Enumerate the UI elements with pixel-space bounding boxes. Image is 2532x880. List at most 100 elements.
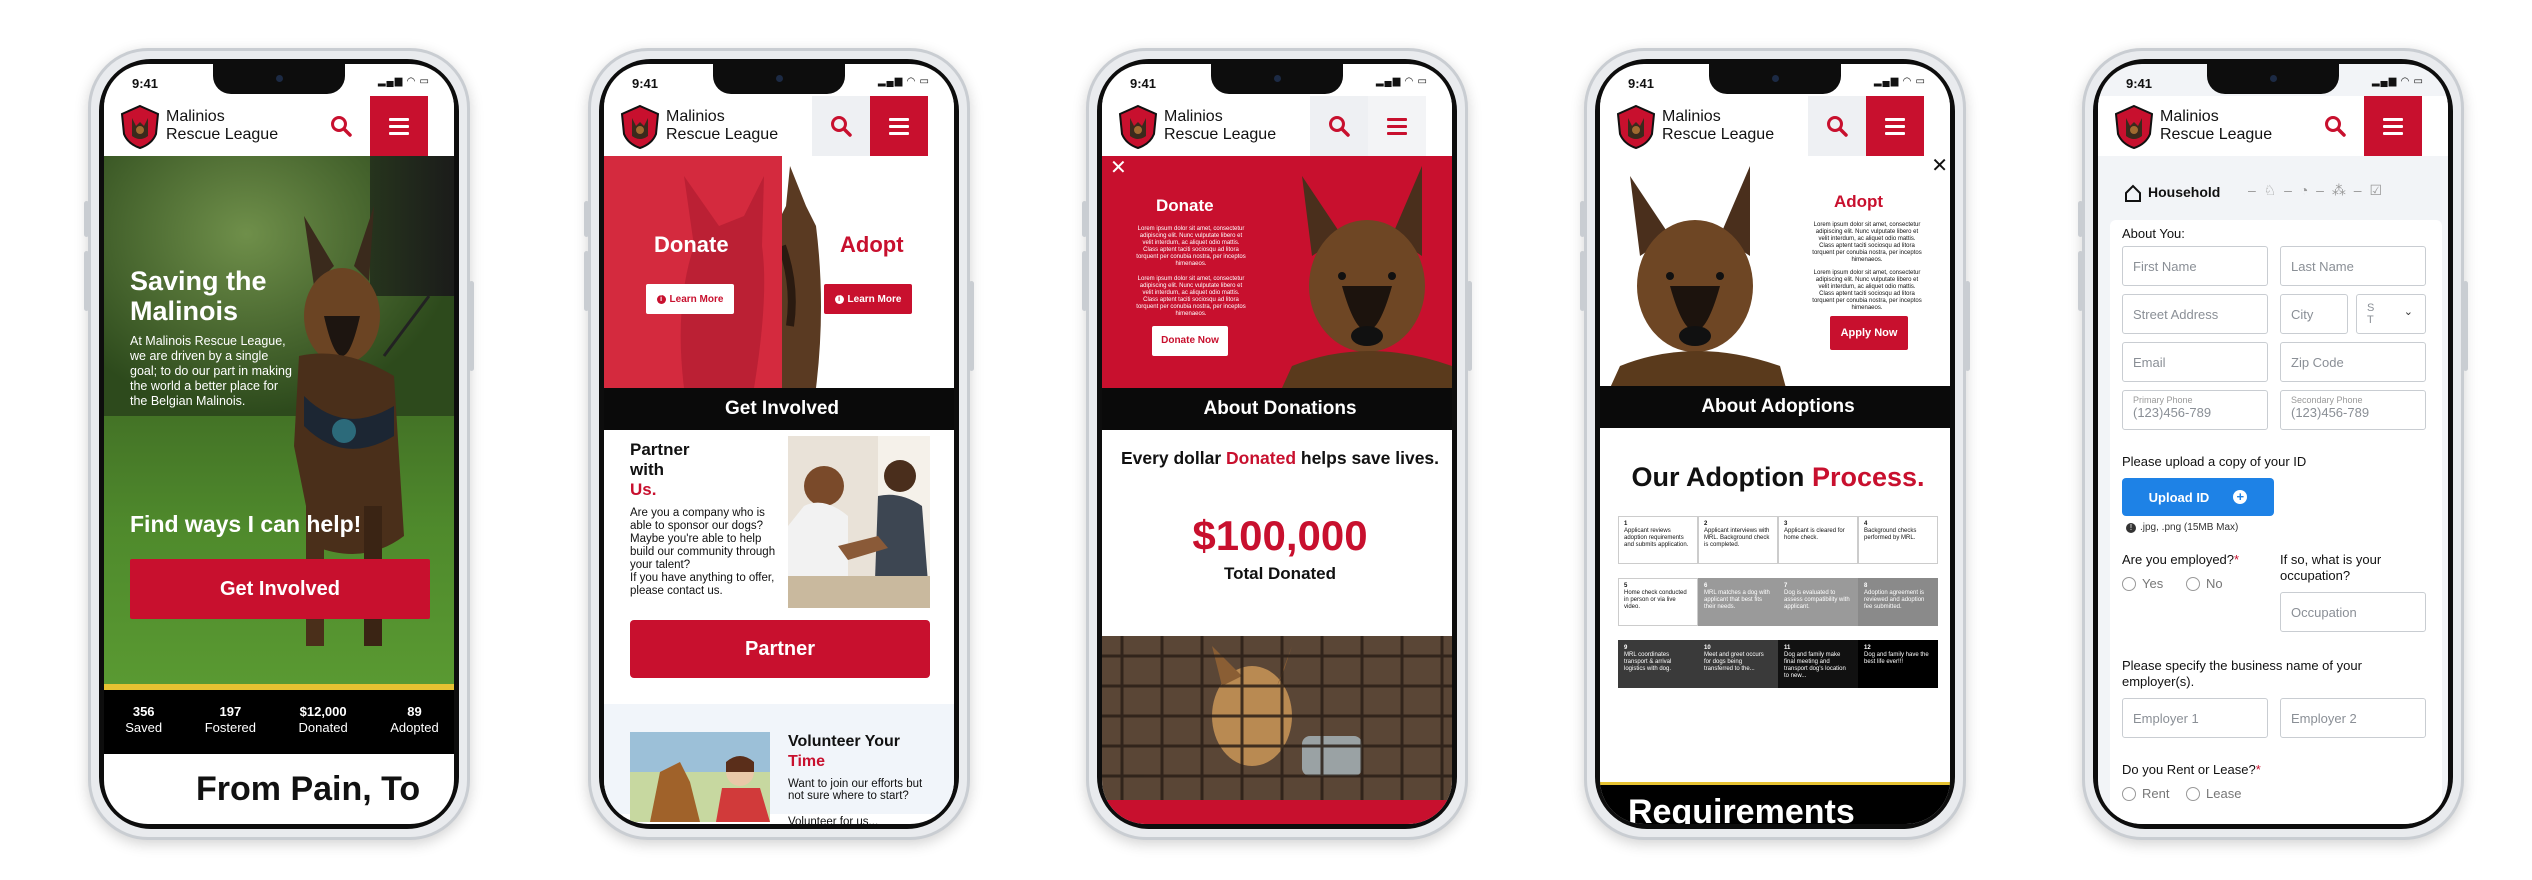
zip-code-field[interactable]: Zip Code (2280, 342, 2426, 382)
site-header: Malinios Rescue League (604, 96, 954, 156)
rescue-league-logo-icon[interactable] (118, 104, 162, 150)
info-icon: i (834, 294, 844, 304)
employed-yes-radio[interactable]: Yes (2122, 576, 2163, 591)
search-button[interactable] (1310, 96, 1368, 156)
close-button[interactable]: ✕ (1931, 156, 1948, 176)
adopt-learn-more[interactable]: i Learn More (824, 284, 912, 314)
brand-name[interactable]: Malinios Rescue League (666, 108, 778, 144)
volunteer-text: Want to join our efforts but not sure wh… (788, 778, 923, 802)
rent-radio[interactable]: Rent (2122, 786, 2169, 801)
chevron-down-icon: ⌄ (2403, 306, 2413, 318)
partner-title: Partner with Us. (630, 440, 690, 499)
site-header: Malinios Rescue League (1102, 96, 1452, 156)
primary-phone-field[interactable]: Primary Phone (123)456-789 (2122, 390, 2268, 430)
menu-button[interactable] (870, 96, 928, 156)
status-time: 9:41 (2126, 76, 2153, 91)
donate-learn-more[interactable]: i Learn More (646, 284, 734, 314)
brand-name[interactable]: Malinios Rescue League (1164, 108, 1276, 144)
malinois-portrait-photo (1610, 166, 1786, 388)
menu-button[interactable] (1368, 96, 1426, 156)
partner-text: Are you a company who is able to sponsor… (630, 507, 776, 571)
footer-red-strip (1102, 800, 1452, 824)
adopt-expanded-panel: ✕ Adopt Lorem ipsum dolor sit amet, cons… (1600, 156, 1950, 388)
process-step: 6 MRL matches a dog with applicant that b… (1698, 578, 1778, 626)
employer-2-field[interactable]: Employer 2 (2280, 698, 2426, 738)
process-grid: 1 Applicant reviews adoption requirements… (1618, 516, 1938, 688)
search-icon (331, 116, 352, 137)
donate-panel[interactable]: Donate i Learn More (604, 156, 782, 388)
stat-saved: 356 Saved (125, 704, 163, 735)
employer-question: Please specify the business name of your… (2122, 658, 2362, 689)
search-button[interactable] (812, 96, 870, 156)
city-field[interactable]: City (2280, 294, 2348, 334)
donate-paragraph-1: Lorem ipsum dolor sit amet, consectetur … (1136, 226, 1246, 267)
info-icon: i (656, 294, 666, 304)
search-button[interactable] (312, 96, 370, 156)
menu-button[interactable] (370, 96, 428, 156)
status-icons: ▂▄▆ ◠ ▭ (2371, 76, 2424, 87)
secondary-phone-field[interactable]: Secondary Phone (123)456-789 (2280, 390, 2426, 430)
last-name-field[interactable]: Last Name (2280, 246, 2426, 286)
get-involved-button[interactable]: Get Involved (130, 559, 430, 619)
handshake-photo (788, 436, 930, 608)
status-icons: ▂▄▆ ◠ ▭ (1375, 76, 1428, 87)
process-step: 4 Background checks performed by MRL. (1858, 516, 1938, 564)
donate-title: Donate (1156, 196, 1214, 215)
street-address-field[interactable]: Street Address (2122, 294, 2268, 334)
employed-question: Are you employed?* (2122, 552, 2240, 567)
rescue-league-logo-icon[interactable] (1116, 104, 1160, 150)
upload-note: ! .jpg, .png (15MB Max) (2126, 522, 2238, 533)
status-time: 9:41 (1130, 76, 1157, 91)
occupation-question: If so, what is your occupation? (2280, 552, 2382, 583)
stat-donated: $12,000 Donated (298, 704, 348, 735)
status-icons: ▂▄▆ ◠ ▭ (1873, 76, 1926, 87)
status-icons: ▂▄▆ ◠ ▭ (877, 76, 930, 87)
radio-icon (2186, 576, 2200, 591)
phone-get-involved: 9:41 ▂▄▆ ◠ ▭ Malinios Rescue League Donate… (584, 48, 974, 840)
notch (1709, 64, 1841, 94)
employer-1-field[interactable]: Employer 1 (2122, 698, 2268, 738)
process-step: 5 Home check conducted in person or via l… (1618, 578, 1698, 626)
donate-title: Donate (654, 232, 729, 257)
menu-button[interactable] (2364, 96, 2422, 156)
house-icon (2125, 184, 2141, 202)
rescue-league-logo-icon[interactable] (618, 104, 662, 150)
caged-dog-photo (1102, 636, 1452, 800)
adopt-paragraph-2: Lorem ipsum dolor sit amet, consectetur … (1812, 270, 1922, 311)
close-button[interactable]: ✕ (1110, 158, 1127, 178)
process-step: 9 MRL coordinates transport & arrival log… (1618, 640, 1698, 688)
story-heading: From Pain, To (196, 770, 421, 808)
first-name-field[interactable]: First Name (2122, 246, 2268, 286)
process-step: 1 Applicant reviews adoption requirements… (1618, 516, 1698, 564)
close-icon: ✕ (1931, 156, 1948, 177)
employed-no-radio[interactable]: No (2186, 576, 2223, 591)
hamburger-icon (389, 114, 409, 139)
occupation-field[interactable]: Occupation (2280, 592, 2426, 632)
email-field[interactable]: Email (2122, 342, 2268, 382)
process-step: 7 Dog is evaluated to assess compatibilit… (1778, 578, 1858, 626)
site-header: Malinios Rescue League (104, 96, 454, 156)
donate-now-button[interactable]: Donate Now (1152, 326, 1228, 356)
apply-now-button[interactable]: Apply Now (1830, 316, 1908, 350)
adopt-paragraph-1: Lorem ipsum dolor sit amet, consectetur … (1812, 222, 1922, 263)
partner-button[interactable]: Partner (630, 620, 930, 678)
rescue-league-logo-icon[interactable] (2112, 104, 2156, 150)
search-button[interactable] (2306, 96, 2364, 156)
rescue-league-logo-icon[interactable] (1614, 104, 1658, 150)
about-donations-bar: About Donations (1102, 388, 1452, 430)
menu-button[interactable] (1866, 96, 1924, 156)
brand-name[interactable]: Malinios Rescue League (1662, 108, 1774, 144)
plus-circle-icon: + (2233, 490, 2248, 504)
search-button[interactable] (1808, 96, 1866, 156)
brand-name[interactable]: Malinios Rescue League (166, 108, 278, 144)
notch (2207, 64, 2339, 94)
upload-id-button[interactable]: Upload ID + (2122, 478, 2274, 516)
status-time: 9:41 (632, 76, 659, 91)
brand-name[interactable]: Malinios Rescue League (2160, 108, 2272, 144)
adopt-panel[interactable]: Adopt i Learn More (782, 156, 954, 388)
lease-radio[interactable]: Lease (2186, 786, 2241, 801)
state-select[interactable]: S T ⌄ (2356, 294, 2426, 334)
total-donated-amount: $100,000 (1192, 512, 1368, 559)
dog-photo (782, 166, 821, 388)
stat-fostered: 197 Fostered (204, 704, 256, 735)
